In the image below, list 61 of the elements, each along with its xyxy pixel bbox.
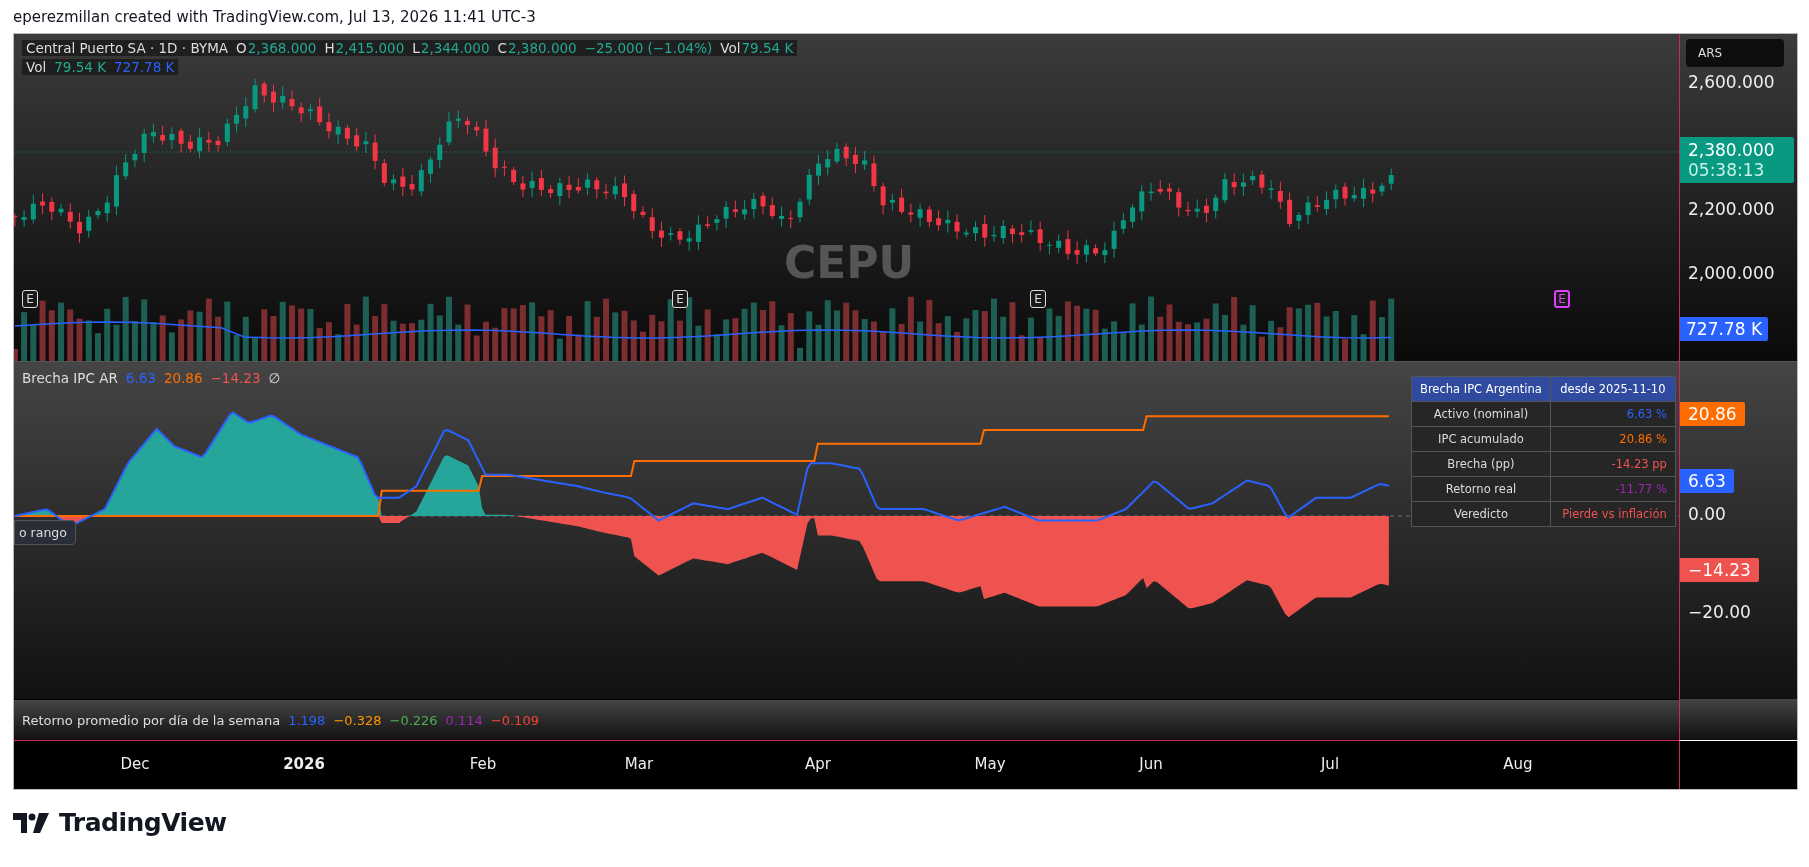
attribution-text: eperezmillan created with TradingView.com, Jul 13, 2026 11:41 UTC-3 [12,6,537,28]
table-cell: 20.86 % [1550,426,1676,452]
indicator-value: 20.86 [163,370,203,386]
symbol-watermark: CEPU [784,241,915,285]
time-axis-label: Apr [805,755,831,773]
value-tag: −14.23 [1680,558,1759,582]
price-change: −25.000 (−1.04%) [584,40,713,56]
time-axis-label: Jun [1139,755,1163,773]
weekday-value: 0.114 [445,712,483,728]
table-header: desde 2025-11-10 [1550,376,1676,402]
earnings-marker[interactable]: E [22,290,38,308]
value-tag: 20.86 [1680,402,1745,426]
table-cell: Retorno real [1411,476,1551,502]
table-cell: Pierde vs inflación [1550,501,1676,527]
axis-label: 0.00 [1688,504,1726,524]
price-axis-label: 2,200.000 [1688,199,1775,219]
weekday-value: −0.328 [333,712,382,728]
time-axis-label: Jul [1320,755,1340,773]
weekday-value: 1.198 [288,712,326,728]
volume-tag: 727.78 K [1680,317,1769,341]
earnings-marker[interactable]: E [1554,290,1570,308]
ohlc-value: C2,380.000 [497,40,577,56]
ohlc-value: L2,344.000 [412,40,490,56]
value-tag: 6.63 [1680,469,1734,493]
last-price-tag: 2,380.000 05:38:13 [1680,137,1794,183]
table-cell: Brecha (pp) [1411,451,1551,477]
brand-name: TradingView [59,808,227,837]
indicator-value: 6.63 [125,370,156,386]
time-axis-label: Mar [624,755,654,773]
table-cell: 6.63 % [1550,401,1676,427]
indicator-title: Brecha IPC AR [22,370,118,386]
volume-legend-value: 79.54 K [54,59,106,75]
currency-label[interactable]: ARS [1686,39,1784,67]
volume-legend-title: Vol [26,59,47,75]
price-axis-label: 2,600.000 [1688,72,1775,92]
time-axis-label: Dec [120,755,150,773]
ohlc-value: H2,415.000 [324,40,405,56]
table-header: Brecha IPC Argentina [1411,376,1551,402]
axis-label: −20.00 [1688,602,1751,622]
earnings-marker[interactable]: E [1030,290,1046,308]
time-axis-label: Feb [469,755,497,773]
weekday-value: −0.226 [389,712,438,728]
time-axis-label: Aug [1503,755,1533,773]
weekday-title: Retorno promedio por día de la semana [22,712,281,728]
table-cell: -14.23 pp [1550,451,1676,477]
status-icon: ∅ [268,370,281,386]
time-axis-label: 2026 [283,755,325,773]
volume-legend-value: 727.78 K [114,59,175,75]
table-cell: IPC acumulado [1411,426,1551,452]
time-axis-label: May [974,755,1006,773]
indicator-value: −14.23 [210,370,261,386]
table-cell: Veredicto [1411,501,1551,527]
symbol-title: Central Puerto SA · 1D · BYMA [26,40,229,56]
weekday-value: −0.109 [490,712,539,728]
tooltip: o rango [14,520,76,545]
price-axis-label: 2,000.000 [1688,263,1775,283]
volume-value: Vol79.54 K [720,40,794,56]
ohlc-value: O2,368.000 [236,40,317,56]
earnings-marker[interactable]: E [672,290,688,308]
table-cell: -11.77 % [1550,476,1676,502]
table-cell: Activo (nominal) [1411,401,1551,427]
